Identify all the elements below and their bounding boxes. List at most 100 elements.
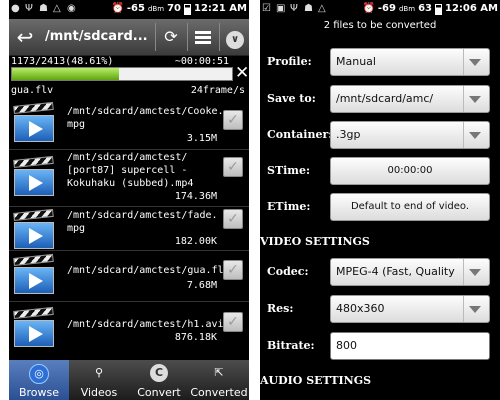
stime-row: STime: 00:00:00 — [260, 157, 500, 187]
save-to-row: Save to: /mnt/sdcard/amc/ — [260, 85, 500, 115]
tab-videos[interactable]: ⚲ Videos — [69, 360, 129, 400]
usb-icon: Ψ — [290, 3, 298, 14]
signal-unit: dBm — [147, 5, 165, 13]
clock: 12:06 AM — [444, 3, 498, 14]
list-item[interactable]: /mnt/sdcard/amctest/ [port87] supercell … — [9, 150, 249, 206]
clock: 12:21 AM — [193, 3, 247, 14]
list-item[interactable]: /mnt/sdcard/amctest/Cooke. mpg 3.15M ✓ — [9, 98, 249, 148]
cancel-conversion-icon[interactable]: ✕ — [235, 64, 249, 82]
file-path: /mnt/sdcard/amctest/gua.flv — [67, 265, 230, 276]
search-icon: ⚲ — [94, 366, 104, 379]
menu-button[interactable] — [188, 23, 218, 51]
battery-level: 70 — [167, 3, 181, 14]
file-size: 174.36M — [174, 191, 217, 202]
android-icon: ☗ — [39, 3, 48, 14]
res-label: Res: — [267, 302, 294, 315]
container-value: .3gp — [336, 128, 361, 141]
end-time-button[interactable]: Default to end of video. — [330, 193, 490, 221]
chevron-down-icon — [463, 259, 486, 285]
file-size: 7.68M — [186, 280, 217, 291]
alarm-icon: ⏰ — [111, 3, 124, 14]
file-browser-screen: ● Ψ ☗ △ ◉ ⏰ -65 dBm 70 12:21 AM ↩ /mnt/s… — [9, 0, 249, 400]
progress-count: 1173/2413(48.61%) — [11, 56, 114, 67]
list-icon — [195, 31, 211, 44]
battery-level: 63 — [418, 3, 432, 14]
audio-settings-heading: AUDIO SETTINGS — [260, 374, 372, 387]
video-file-icon — [13, 101, 54, 142]
select-checkbox[interactable]: ✓ — [223, 209, 243, 229]
title-bar: ↩ /mnt/sdcard... ⟳ ∨ — [9, 19, 249, 56]
tab-label: Converted — [190, 386, 248, 399]
container-label: Container: — [267, 128, 333, 141]
tab-label: Convert — [137, 386, 181, 399]
tab-browse[interactable]: ◎ Browse — [9, 360, 69, 400]
status-bar: ● Ψ ☗ △ ◉ ⏰ -65 dBm 70 12:21 AM — [9, 0, 249, 19]
bottom-tab-bar: ◎ Browse ⚲ Videos C Convert ⇱ Converted — [9, 360, 249, 400]
warning-icon: △ — [53, 3, 61, 14]
tab-converted[interactable]: ⇱ Converted — [189, 360, 249, 400]
profile-row: Profile: Manual — [260, 48, 500, 78]
profile-select[interactable]: Manual — [330, 48, 490, 76]
files-to-convert: 2 files to be converted — [323, 20, 437, 31]
container-select[interactable]: .3gp — [330, 121, 490, 149]
signal-strength: -69 — [377, 3, 396, 14]
alarm-icon: ⏰ — [362, 3, 375, 14]
back-arrow-icon[interactable]: ↩ — [11, 22, 39, 52]
file-path: /mnt/sdcard/amctest/fade. mpg — [67, 210, 218, 234]
warning-icon: △ — [318, 3, 326, 14]
conversion-progress-bar — [11, 67, 233, 81]
etime-row: ETime: Default to end of video. — [260, 193, 500, 223]
signal-unit: dBm — [398, 5, 416, 13]
notification-badge-icon: ● — [11, 3, 20, 14]
codec-row: Codec: MPEG-4 (Fast, Quality — [260, 258, 500, 288]
signal-strength: -65 — [126, 3, 145, 14]
tab-label: Videos — [80, 386, 118, 399]
refresh-icon[interactable]: ⟳ — [156, 23, 186, 51]
video-file-icon — [13, 253, 54, 294]
checkbox-icon: ☑ — [262, 3, 271, 14]
file-size: 3.15M — [186, 133, 217, 144]
video-file-icon — [13, 306, 54, 347]
video-file-icon — [13, 208, 54, 249]
list-item[interactable]: /mnt/sdcard/amctest/h1.avi 876.18K ✓ — [9, 304, 249, 356]
status-bar: ☑ ▣ Ψ ☗ △ ⏰ -69 dBm 63 12:06 AM — [260, 0, 500, 19]
progress-fill — [12, 68, 119, 80]
android-icon: ☗ — [304, 3, 313, 14]
list-item[interactable]: /mnt/sdcard/amctest/gua.flv 7.68M ✓ — [9, 253, 249, 303]
progress-eta: ~00:00:51 — [174, 56, 229, 67]
chevron-down-icon — [463, 86, 486, 112]
video-file-icon — [13, 155, 54, 196]
current-path: /mnt/sdcard... — [45, 29, 148, 44]
stime-label: STime: — [267, 164, 311, 177]
chevron-down-icon — [463, 296, 486, 322]
codec-select[interactable]: MPEG-4 (Fast, Quality — [330, 258, 490, 286]
chevron-down-icon — [463, 49, 486, 75]
tab-convert[interactable]: C Convert — [129, 360, 189, 400]
video-settings-heading: VIDEO SETTINGS — [260, 235, 370, 248]
save-to-select[interactable]: /mnt/sdcard/amc/ — [330, 85, 490, 113]
select-checkbox[interactable]: ✓ — [223, 260, 243, 280]
res-row: Res: 480x360 — [260, 295, 500, 325]
etime-label: ETime: — [267, 200, 311, 213]
list-item[interactable]: /mnt/sdcard/amctest/fade. mpg 182.00K ✓ — [9, 208, 249, 256]
chevron-down-icon — [463, 122, 486, 148]
bitrate-input[interactable]: 800 — [330, 332, 490, 360]
dropdown-button[interactable]: ∨ — [220, 23, 249, 51]
save-to-value: /mnt/sdcard/amc/ — [336, 92, 434, 105]
file-path: /mnt/sdcard/amctest/ [port87] supercell … — [67, 152, 194, 189]
convert-icon: C — [150, 364, 168, 382]
battery-icon — [434, 3, 442, 15]
resolution-select[interactable]: 480x360 — [330, 295, 490, 323]
select-checkbox[interactable]: ✓ — [223, 110, 243, 130]
app-icon: ◉ — [67, 3, 76, 14]
start-time-button[interactable]: 00:00:00 — [330, 157, 490, 185]
tab-label: Browse — [18, 386, 60, 399]
select-checkbox[interactable]: ✓ — [223, 157, 243, 177]
select-checkbox[interactable]: ✓ — [223, 312, 243, 332]
resolution-value: 480x360 — [336, 302, 385, 315]
codec-label: Codec: — [267, 265, 309, 278]
battery-icon — [183, 3, 191, 15]
file-size: 876.18K — [174, 332, 217, 343]
chevron-down-icon: ∨ — [226, 31, 244, 49]
export-icon: ⇱ — [214, 366, 224, 379]
